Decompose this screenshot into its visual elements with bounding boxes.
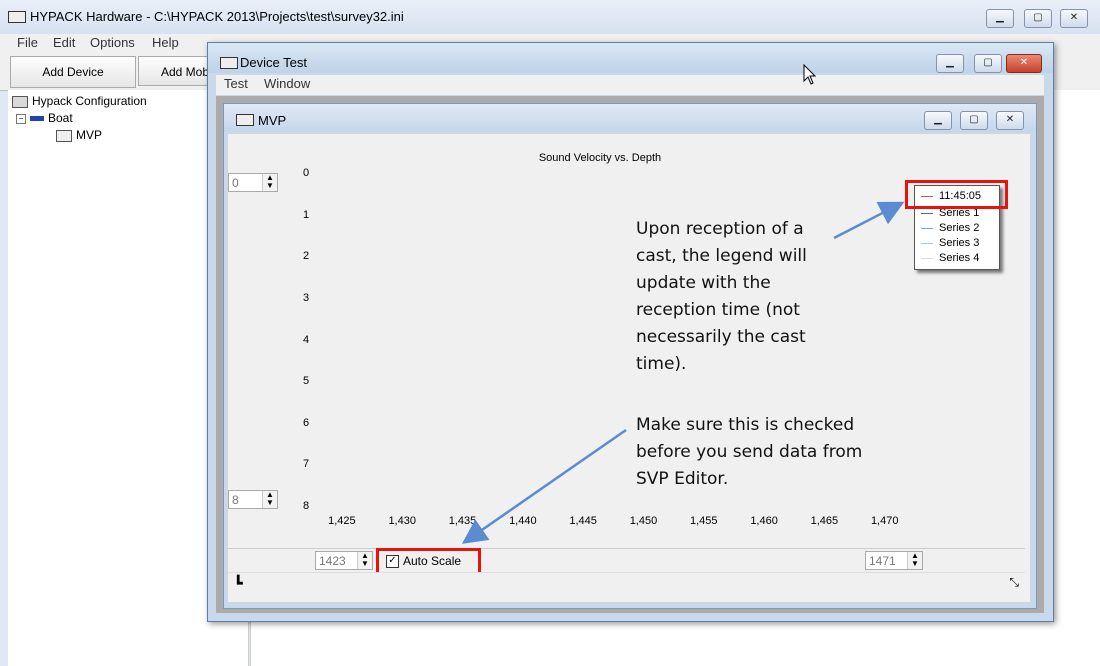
mouse-cursor-icon [803,64,817,85]
autoscale-arrow-icon [461,428,627,544]
annotation-arrows [461,201,905,544]
legend-arrow-icon [833,201,905,240]
